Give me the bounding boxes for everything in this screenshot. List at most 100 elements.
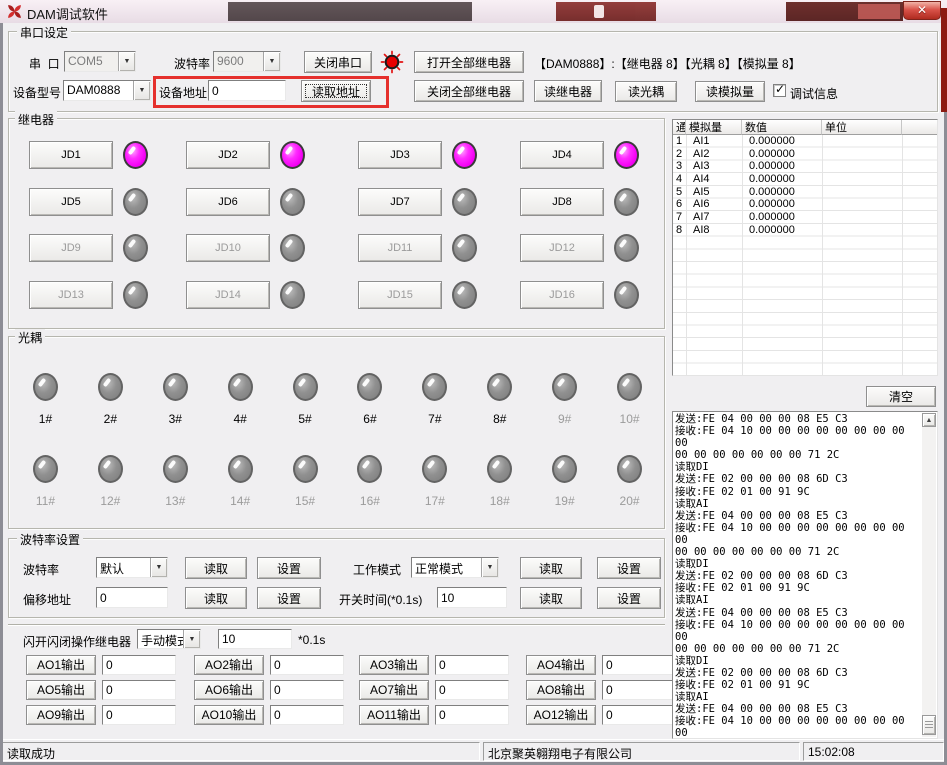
baud-set-button[interactable]: 设置: [257, 557, 321, 579]
offset-read-button[interactable]: 读取: [185, 587, 247, 609]
flash-mode-select[interactable]: 手动模式 ▼: [137, 629, 201, 649]
open-all-relays-button[interactable]: 打开全部继电器: [414, 51, 524, 73]
analog-output-button[interactable]: AO7输出: [359, 680, 429, 700]
analog-output-button[interactable]: AO5输出: [26, 680, 96, 700]
analog-output-button[interactable]: AO3输出: [359, 655, 429, 675]
read-opto-button[interactable]: 读光耦: [615, 81, 677, 102]
close-serial-button[interactable]: 关闭串口: [304, 51, 372, 73]
chevron-down-icon[interactable]: ▼: [481, 558, 498, 577]
analog-output-button[interactable]: AO4输出: [526, 655, 596, 675]
analog-output-button[interactable]: AO6输出: [194, 680, 264, 700]
opto-indicator-light: [33, 373, 58, 401]
scroll-up-icon[interactable]: ▲: [922, 413, 936, 427]
relay-button[interactable]: JD9: [29, 234, 113, 262]
relay-button[interactable]: JD14: [186, 281, 270, 309]
relay-button[interactable]: JD13: [29, 281, 113, 309]
chevron-down-icon[interactable]: ▼: [183, 630, 200, 648]
column-header[interactable]: 数值: [742, 120, 822, 135]
scrollbar-thumb[interactable]: [922, 715, 936, 735]
table-row[interactable]: 6 AI6 0.000000: [673, 198, 937, 211]
serial-settings-group: 串口设定 串 口 COM5 ▼ 波特率 9600 ▼ 关闭串口 打开全部继电器: [8, 31, 938, 112]
chevron-down-icon[interactable]: ▼: [263, 52, 280, 71]
analog-output-value-input[interactable]: [102, 705, 176, 725]
analog-output-cell: AO10输出: [194, 705, 359, 725]
analog-output-value-input[interactable]: [270, 680, 344, 700]
log-scrollbar[interactable]: ▲: [922, 413, 936, 737]
analog-output-button[interactable]: AO12输出: [526, 705, 596, 725]
relay-button[interactable]: JD10: [186, 234, 270, 262]
baudrate-value: 9600: [214, 52, 263, 71]
analog-output-value-input[interactable]: [270, 705, 344, 725]
analog-output-value-input[interactable]: [602, 680, 676, 700]
debug-info-checkbox[interactable]: ✓: [773, 84, 786, 97]
analog-output-button[interactable]: AO8输出: [526, 680, 596, 700]
work-mode-select[interactable]: 正常模式 ▼: [411, 557, 499, 578]
read-analog-button[interactable]: 读模拟量: [695, 81, 765, 102]
device-summary: 【DAM0888】:【继电器 8】【光耦 8】【模拟量 8】: [534, 55, 801, 72]
work-mode-read-button[interactable]: 读取: [520, 557, 582, 579]
flash-time-input[interactable]: [218, 629, 292, 649]
analog-output-value-input[interactable]: [270, 655, 344, 675]
analog-output-button[interactable]: AO1输出: [26, 655, 96, 675]
chevron-down-icon[interactable]: ▼: [133, 81, 150, 100]
column-header[interactable]: 单位: [822, 120, 902, 135]
analog-output-value-input[interactable]: [102, 655, 176, 675]
chevron-down-icon[interactable]: ▼: [150, 558, 167, 577]
chevron-down-icon[interactable]: ▼: [118, 52, 135, 71]
table-row[interactable]: 2 AI2 0.000000: [673, 148, 937, 161]
offset-address-input[interactable]: [96, 587, 168, 608]
close-all-relays-button[interactable]: 关闭全部继电器: [414, 80, 524, 102]
relay-button[interactable]: JD6: [186, 188, 270, 216]
analog-output-value-input[interactable]: [102, 680, 176, 700]
analog-output-button[interactable]: AO10输出: [194, 705, 264, 725]
analog-output-button[interactable]: AO11输出: [359, 705, 429, 725]
baudrate-select[interactable]: 9600 ▼: [213, 51, 281, 72]
analog-output-value-input[interactable]: [435, 705, 509, 725]
column-header[interactable]: 模拟量: [686, 120, 742, 135]
table-row[interactable]: 8 AI8 0.000000: [673, 224, 937, 237]
relay-button[interactable]: JD2: [186, 141, 270, 169]
clear-log-button[interactable]: 清空: [866, 386, 936, 407]
close-button[interactable]: ✕: [903, 1, 941, 20]
device-address-input[interactable]: [208, 80, 286, 101]
device-model-select[interactable]: DAM0888 ▼: [63, 80, 151, 101]
column-header[interactable]: [902, 120, 937, 135]
relay-button[interactable]: JD3: [358, 141, 442, 169]
cell-value: 0.000000: [742, 224, 822, 237]
work-mode-set-button[interactable]: 设置: [597, 557, 661, 579]
switch-time-set-button[interactable]: 设置: [597, 587, 661, 609]
switch-time-read-button[interactable]: 读取: [520, 587, 582, 609]
relay-button[interactable]: JD5: [29, 188, 113, 216]
analog-output-value-input[interactable]: [435, 680, 509, 700]
read-relay-button[interactable]: 读继电器: [534, 80, 602, 102]
analog-output-value-input[interactable]: [602, 655, 676, 675]
cell-value: 0.000000: [742, 186, 822, 199]
table-row[interactable]: 3 AI3 0.000000: [673, 160, 937, 173]
relay-button[interactable]: JD15: [358, 281, 442, 309]
analog-output-value-input[interactable]: [435, 655, 509, 675]
opto-group: 光耦 1# 2# 3# 4#: [8, 336, 665, 529]
relay-button[interactable]: JD16: [520, 281, 604, 309]
read-address-button[interactable]: 读取地址: [301, 80, 371, 102]
analog-output-button[interactable]: AO9输出: [26, 705, 96, 725]
analog-output-value-input[interactable]: [602, 705, 676, 725]
table-row[interactable]: 1 AI1 0.000000: [673, 135, 937, 148]
analog-output-button[interactable]: AO2输出: [194, 655, 264, 675]
port-select[interactable]: COM5 ▼: [64, 51, 136, 72]
table-row[interactable]: 4 AI4 0.000000: [673, 173, 937, 186]
relay-button[interactable]: JD4: [520, 141, 604, 169]
table-row[interactable]: 5 AI5 0.000000: [673, 186, 937, 199]
offset-set-button[interactable]: 设置: [257, 587, 321, 609]
relay-button[interactable]: JD7: [358, 188, 442, 216]
relay-button[interactable]: JD8: [520, 188, 604, 216]
table-row[interactable]: 7 AI7 0.000000: [673, 211, 937, 224]
relay-button[interactable]: JD11: [358, 234, 442, 262]
relay-button[interactable]: JD1: [29, 141, 113, 169]
cell-channel: 6: [673, 198, 686, 211]
column-header[interactable]: 通: [673, 120, 686, 135]
log-area[interactable]: 发送:FE 04 00 00 00 08 E5 C3 接收:FE 04 10 0…: [672, 411, 938, 739]
relay-button[interactable]: JD12: [520, 234, 604, 262]
baud-select[interactable]: 默认 ▼: [96, 557, 168, 578]
baud-read-button[interactable]: 读取: [185, 557, 247, 579]
switch-time-input[interactable]: [437, 587, 507, 608]
